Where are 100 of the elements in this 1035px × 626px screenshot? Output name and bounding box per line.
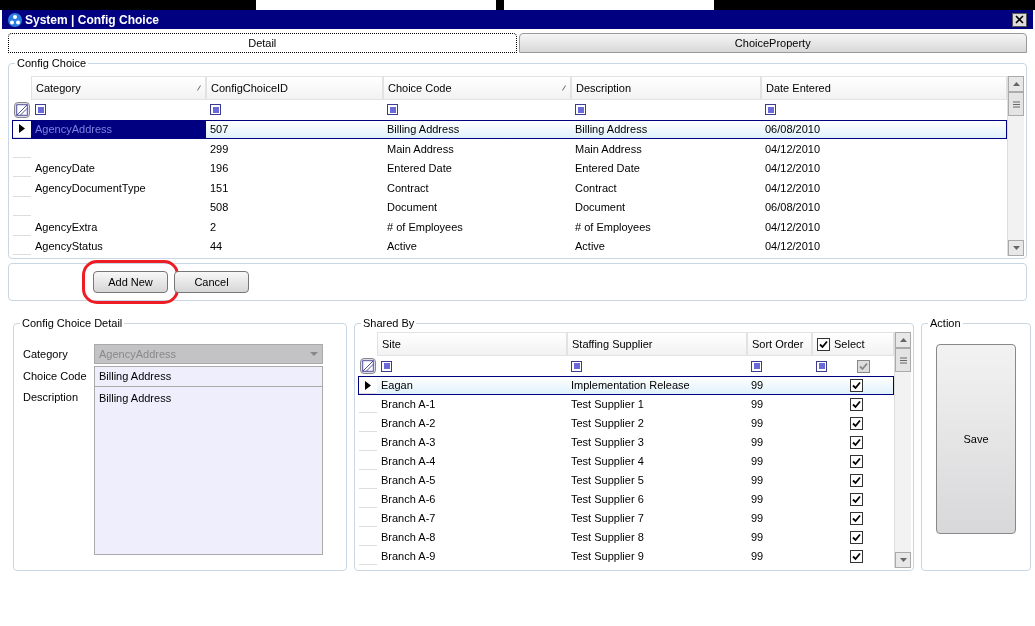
close-button[interactable] xyxy=(1012,12,1027,27)
scrollbar[interactable] xyxy=(1007,76,1024,256)
table-cell-text: AgencyDocumentType xyxy=(34,180,147,196)
scroll-up-icon[interactable] xyxy=(1012,82,1020,86)
table-cell-text: Test Supplier 7 xyxy=(570,511,645,527)
filter-icon[interactable] xyxy=(381,360,392,372)
filter-icon[interactable] xyxy=(387,104,398,116)
table-cell-text: Test Supplier 6 xyxy=(570,492,645,508)
table-cell-text: Document xyxy=(386,200,439,216)
table-row[interactable]: 299 Main Address Main Address 04/12/2010 xyxy=(12,139,1007,159)
table-cell-text: 04/12/2010 xyxy=(764,161,822,177)
table-cell-text: AgencyStatus xyxy=(34,239,104,254)
table-row[interactable]: Branch A-4 Test Supplier 4 99 xyxy=(358,452,894,471)
checkbox[interactable] xyxy=(850,474,863,487)
tab[interactable]: ChoiceProperty xyxy=(518,33,1027,53)
close-icon xyxy=(1015,15,1024,24)
action-button[interactable]: Cancel xyxy=(174,271,249,293)
column-header[interactable]: Category xyxy=(31,76,206,101)
table-cell-text: 44 xyxy=(209,239,224,254)
table-row[interactable]: Eagan Implementation Release 99 xyxy=(358,376,894,395)
table-cell-text: Main Address xyxy=(574,141,643,157)
input-field[interactable]: Billing Address xyxy=(94,366,323,387)
table-row[interactable]: AgencyDocumentType 151 Contract Contract 04/12/2010 xyxy=(12,178,1007,198)
column-header[interactable]: Sort Order xyxy=(747,332,812,356)
filter-icon[interactable] xyxy=(816,360,827,372)
checkbox[interactable] xyxy=(850,550,863,563)
checkbox[interactable] xyxy=(817,337,830,351)
table-row[interactable]: Branch A-2 Test Supplier 2 99 xyxy=(358,414,894,433)
text-area[interactable]: Billing Address xyxy=(94,387,323,555)
scroll-down-icon[interactable] xyxy=(899,558,907,562)
table-row[interactable]: Branch A-9 Test Supplier 9 99 xyxy=(358,547,894,566)
column-header[interactable]: Choice Code xyxy=(383,76,571,101)
table-row[interactable]: 508 Document Document 06/08/2010 xyxy=(12,197,1007,218)
checkbox[interactable] xyxy=(857,359,870,373)
table-row[interactable]: AgencyDate 196 Entered Date Entered Date 04/12/2010 xyxy=(12,158,1007,179)
checkbox[interactable] xyxy=(850,512,863,525)
table-cell-text: 99 xyxy=(750,492,765,508)
checkbox[interactable] xyxy=(850,417,863,430)
clear-filter-icon[interactable] xyxy=(359,358,376,374)
table-row[interactable]: AgencyExtra 2 # of Employees # of Employees 04/12/2010 xyxy=(12,217,1007,237)
tab[interactable]: Detail xyxy=(8,33,517,53)
table-row[interactable]: Branch A-7 Test Supplier 7 99 xyxy=(358,509,894,528)
field-label: Choice Code xyxy=(23,369,88,384)
dropdown-arrow-icon xyxy=(310,352,318,356)
table-cell-text: Test Supplier 5 xyxy=(570,473,645,489)
table-cell-text: # of Employees xyxy=(386,219,464,235)
table-row[interactable]: AgencyAddress 507 Billing Address Billing Address 06/08/2010 xyxy=(12,119,1007,140)
table-cell-text: AgencyDate xyxy=(34,161,96,177)
checkbox[interactable] xyxy=(850,531,863,544)
table-row[interactable]: AgencyStatus 44 Active Active 04/12/2010 xyxy=(12,236,1007,256)
table-cell-text: Contract xyxy=(386,180,430,196)
table-cell-text: Test Supplier 3 xyxy=(570,435,645,451)
checkbox[interactable] xyxy=(850,398,863,411)
table-cell-text: 99 xyxy=(750,454,765,470)
column-header[interactable]: Select xyxy=(812,332,894,356)
filter-icon[interactable] xyxy=(571,360,582,372)
window-title: System | Config Choice xyxy=(25,11,160,29)
table-cell-text: 99 xyxy=(750,416,765,432)
checkbox[interactable] xyxy=(850,493,863,506)
clear-filter-icon[interactable] xyxy=(13,101,30,118)
filter-icon[interactable] xyxy=(765,104,776,116)
column-header[interactable]: Site xyxy=(377,332,567,356)
table-row[interactable]: Branch A-6 Test Supplier 6 99 xyxy=(358,490,894,509)
filter-icon[interactable] xyxy=(210,104,221,116)
table-cell-text: 99 xyxy=(750,435,765,451)
column-header[interactable]: Date Entered xyxy=(761,76,1007,101)
table-row[interactable]: Branch A-8 Test Supplier 8 99 xyxy=(358,528,894,547)
table-cell-text: Document xyxy=(574,200,627,216)
table-row[interactable]: Branch A-3 Test Supplier 3 99 xyxy=(358,433,894,452)
table-cell-text: 99 xyxy=(750,378,765,394)
filter-icon[interactable] xyxy=(35,104,46,116)
table-row[interactable]: Branch A-5 Test Supplier 5 99 xyxy=(358,471,894,490)
group-title: Config Choice xyxy=(15,56,89,70)
save-button[interactable]: Save xyxy=(936,344,1016,534)
table-cell-text: Branch A-3 xyxy=(380,435,437,451)
filter-icon[interactable] xyxy=(575,104,586,116)
table-cell-text: 04/12/2010 xyxy=(764,219,822,235)
table-row[interactable]: Branch A-1 Test Supplier 1 99 xyxy=(358,395,894,414)
scrollbar[interactable] xyxy=(894,332,911,568)
app-logo-icon xyxy=(8,12,22,27)
column-header[interactable]: Description xyxy=(571,76,761,101)
table-cell-text: Active xyxy=(574,239,606,254)
checkbox[interactable] xyxy=(850,379,863,392)
table-cell-text: 151 xyxy=(209,180,230,196)
checkbox[interactable] xyxy=(850,436,863,449)
table-cell-text: Entered Date xyxy=(386,161,453,177)
scroll-down-icon[interactable] xyxy=(1012,246,1020,250)
column-header[interactable]: Staffing Supplier xyxy=(567,332,747,356)
scroll-up-icon[interactable] xyxy=(899,338,907,342)
checkbox[interactable] xyxy=(850,455,863,468)
column-header[interactable]: ConfigChoiceID xyxy=(206,76,383,101)
filter-icon[interactable] xyxy=(751,360,762,372)
current-row-icon xyxy=(19,124,25,134)
table-cell-text: 196 xyxy=(209,161,230,177)
grip-icon[interactable] xyxy=(1012,100,1020,108)
table-cell-text: Test Supplier 8 xyxy=(570,530,645,546)
table-cell-text: Branch A-6 xyxy=(380,492,437,508)
grip-icon[interactable] xyxy=(899,356,907,364)
table-cell: AgencyAddress xyxy=(31,120,206,139)
table-cell-text: 04/12/2010 xyxy=(764,141,822,157)
